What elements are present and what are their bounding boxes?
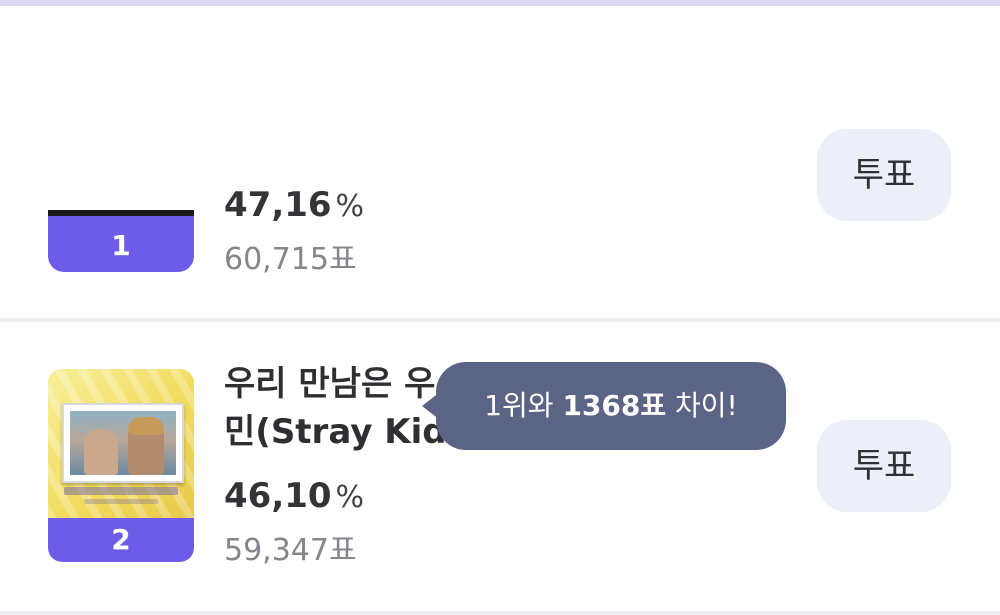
percent-unit: % [335,480,365,515]
poster-figure [84,429,118,475]
tooltip-prefix: 1위와 [484,389,563,422]
tooltip-vote-gap: 1368표 [562,389,667,422]
rank-badge: 2 [48,518,194,562]
album-thumbnail-1[interactable]: 1 [48,210,194,272]
vote-count: 59,347표 [224,533,357,568]
tooltip-arrow [422,392,440,420]
vote-percentage: 47,16% [224,185,364,225]
rank-badge: 1 [48,216,194,272]
vote-percentage: 46,10% [224,476,364,516]
percent-value: 47,16 [224,185,332,225]
percent-value: 46,10 [224,476,332,516]
tooltip-suffix: 차이! [666,389,738,422]
row-divider [0,611,1000,615]
poster-subcaption [84,499,158,504]
album-poster [48,369,194,519]
vote-count: 60,715표 [224,242,357,277]
vote-button[interactable]: 투표 [817,129,951,221]
poster-caption [64,487,178,495]
percent-unit: % [335,189,365,224]
album-thumbnail-2[interactable]: 2 [48,369,194,562]
vote-gap-tooltip: 1위와 1368표 차이! [422,362,786,450]
poster-photo [70,411,176,475]
vote-button[interactable]: 투표 [817,420,951,512]
poster-figure-hair [128,417,164,435]
poster-photo-frame [62,403,184,483]
